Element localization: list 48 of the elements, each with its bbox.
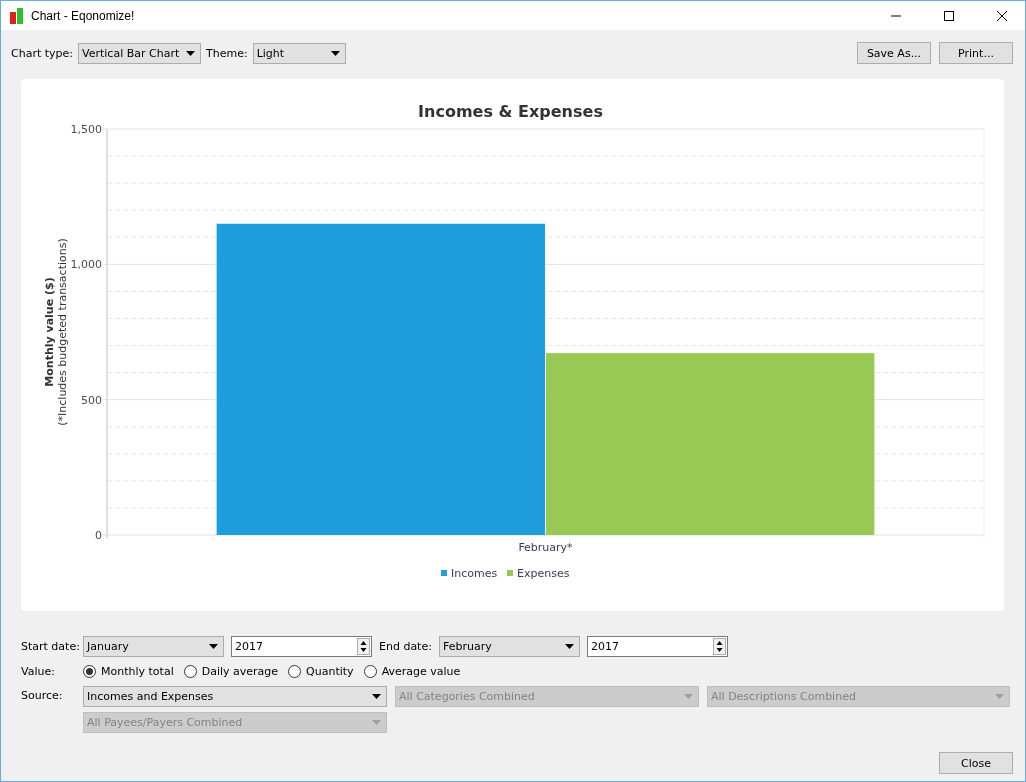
caret-icon [372, 694, 381, 699]
save-as-button[interactable]: Save As... [857, 42, 931, 64]
close-icon[interactable] [997, 10, 1007, 21]
radio-option[interactable]: Average value [363, 665, 461, 678]
year-spinbox[interactable]: 2017 [231, 636, 372, 657]
source-label: Source: [21, 688, 64, 702]
radio-button[interactable] [183, 665, 197, 678]
chart-type-dropdown[interactable]: Vertical Bar Chart [78, 42, 201, 64]
close-button[interactable]: Close [939, 752, 1013, 774]
caret-icon [209, 644, 218, 649]
axis-tick-label: 500 [81, 393, 102, 407]
radio-option[interactable]: Quantity [288, 665, 354, 678]
end-date-label: End date: [379, 640, 432, 653]
spin-arrows-icon[interactable] [712, 638, 726, 655]
maximize-icon[interactable] [944, 10, 954, 21]
source-dropdown[interactable]: Incomes and Expenses [83, 686, 387, 707]
chart-type-label: Chart type: [11, 46, 73, 60]
radio-button[interactable] [288, 665, 302, 678]
start-date-label: Start date: [21, 640, 81, 653]
start-month-dropdown[interactable]: January [83, 636, 224, 657]
legend-label: Incomes [451, 567, 498, 580]
value-label: Value: [21, 665, 56, 678]
spin-arrows-icon[interactable] [357, 638, 370, 655]
chart-title: Incomes & Expenses [418, 102, 603, 121]
caret-icon [684, 694, 693, 699]
axis-tick-label: 1,000 [70, 258, 102, 272]
end-month-dropdown[interactable]: February [438, 636, 580, 657]
caret-icon [330, 50, 340, 56]
radio-option[interactable]: Monthly total [83, 665, 174, 678]
caret-icon [995, 694, 1004, 699]
caret-icon [372, 720, 381, 725]
theme-label: Theme: [206, 46, 248, 60]
radio-option[interactable]: Daily average [183, 665, 279, 678]
theme-dropdown[interactable]: Light [252, 42, 346, 64]
year-spinbox[interactable]: 2017 [586, 636, 728, 657]
caret-icon [564, 644, 574, 649]
radio-button[interactable] [83, 665, 96, 678]
radio-button[interactable] [363, 665, 377, 678]
y-axis-note: (*Includes budgeted transactions) [56, 238, 69, 426]
print-button[interactable]: Print... [939, 42, 1013, 64]
caret-icon [186, 50, 195, 56]
y-axis-title: Monthly value ($) [43, 277, 56, 387]
app-icon [10, 7, 24, 24]
axis-tick-label: 0 [95, 529, 102, 542]
legend-label: Expenses [517, 567, 570, 580]
axis-tick-label: 1,500 [70, 123, 102, 136]
window-title: Chart - Eqonomize! [31, 8, 136, 23]
category-label: February* [518, 541, 573, 554]
